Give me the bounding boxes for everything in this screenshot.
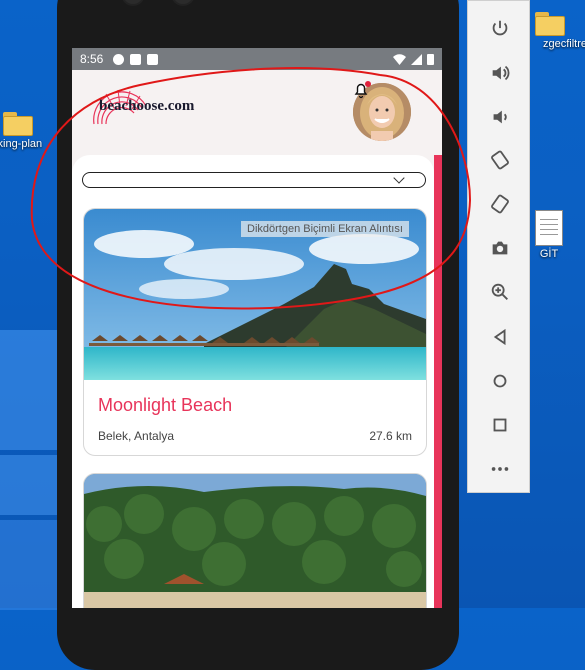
desktop-icon-label: zgecfiltre [542,38,585,50]
sensor [171,0,195,6]
rotate-right-button[interactable] [468,184,531,224]
volume-up-button[interactable] [468,53,531,93]
settings-icon [113,53,125,65]
app-header: beachoose.com [72,70,442,155]
beach-title: Moonlight Beach [98,395,233,415]
filter-dropdown[interactable] [82,172,426,188]
screen-accent-edge [434,155,442,608]
document-icon [535,210,563,246]
chevron-down-icon [393,172,405,184]
status-bar: 8:56 [72,48,442,70]
battery-icon [427,54,434,65]
zoom-button[interactable] [468,272,531,312]
camera-icon [492,241,507,255]
snip-window-label: Dikdörtgen Biçimli Ekran Alıntısı [241,221,409,237]
rotate-left-button[interactable] [468,140,531,180]
wifi-icon [393,53,406,65]
beach-distance: 27.6 km [369,429,412,443]
desktop-light-shaft [0,330,60,450]
phone-screen: 8:56 beachoose.com Moonlight Beach Belek… [72,48,442,608]
beach-image [84,474,426,608]
desktop-light-shaft [0,455,60,515]
beach-card[interactable] [83,473,427,608]
home-icon [493,374,506,388]
zoom-icon [491,283,508,300]
rotate-left-icon [490,150,509,170]
sd-card-icon [147,53,159,65]
power-button[interactable] [468,9,531,49]
logo-text: beachoose.com [99,98,195,114]
more-button[interactable] [468,449,531,489]
desktop-icon-label: rking-plan [0,138,43,150]
signal-icon [411,53,422,65]
folder-icon [3,110,33,136]
emulator-toolbar [467,0,530,493]
shield-icon [130,53,142,65]
back-icon [493,328,505,346]
volume-down-icon [493,110,507,124]
overview-icon [493,418,506,432]
volume-down-button[interactable] [468,97,531,137]
home-button[interactable] [468,361,531,401]
beach-card[interactable]: Moonlight Beach Belek, Antalya 27.6 km [83,208,427,456]
notification-badge [365,81,371,87]
beach-location: Belek, Antalya [98,429,175,443]
folder-icon [535,10,565,36]
desktop-folder-working-plan[interactable]: rking-plan [0,110,58,150]
more-icon [491,467,508,471]
volume-up-icon [492,65,509,81]
status-time: 8:56 [80,52,104,66]
front-camera [121,0,145,6]
power-icon [492,20,507,36]
rotate-right-icon [490,194,509,214]
back-button[interactable] [468,317,531,357]
desktop-light-shaft [0,520,60,610]
overview-button[interactable] [468,405,531,445]
screenshot-button[interactable] [468,228,531,268]
